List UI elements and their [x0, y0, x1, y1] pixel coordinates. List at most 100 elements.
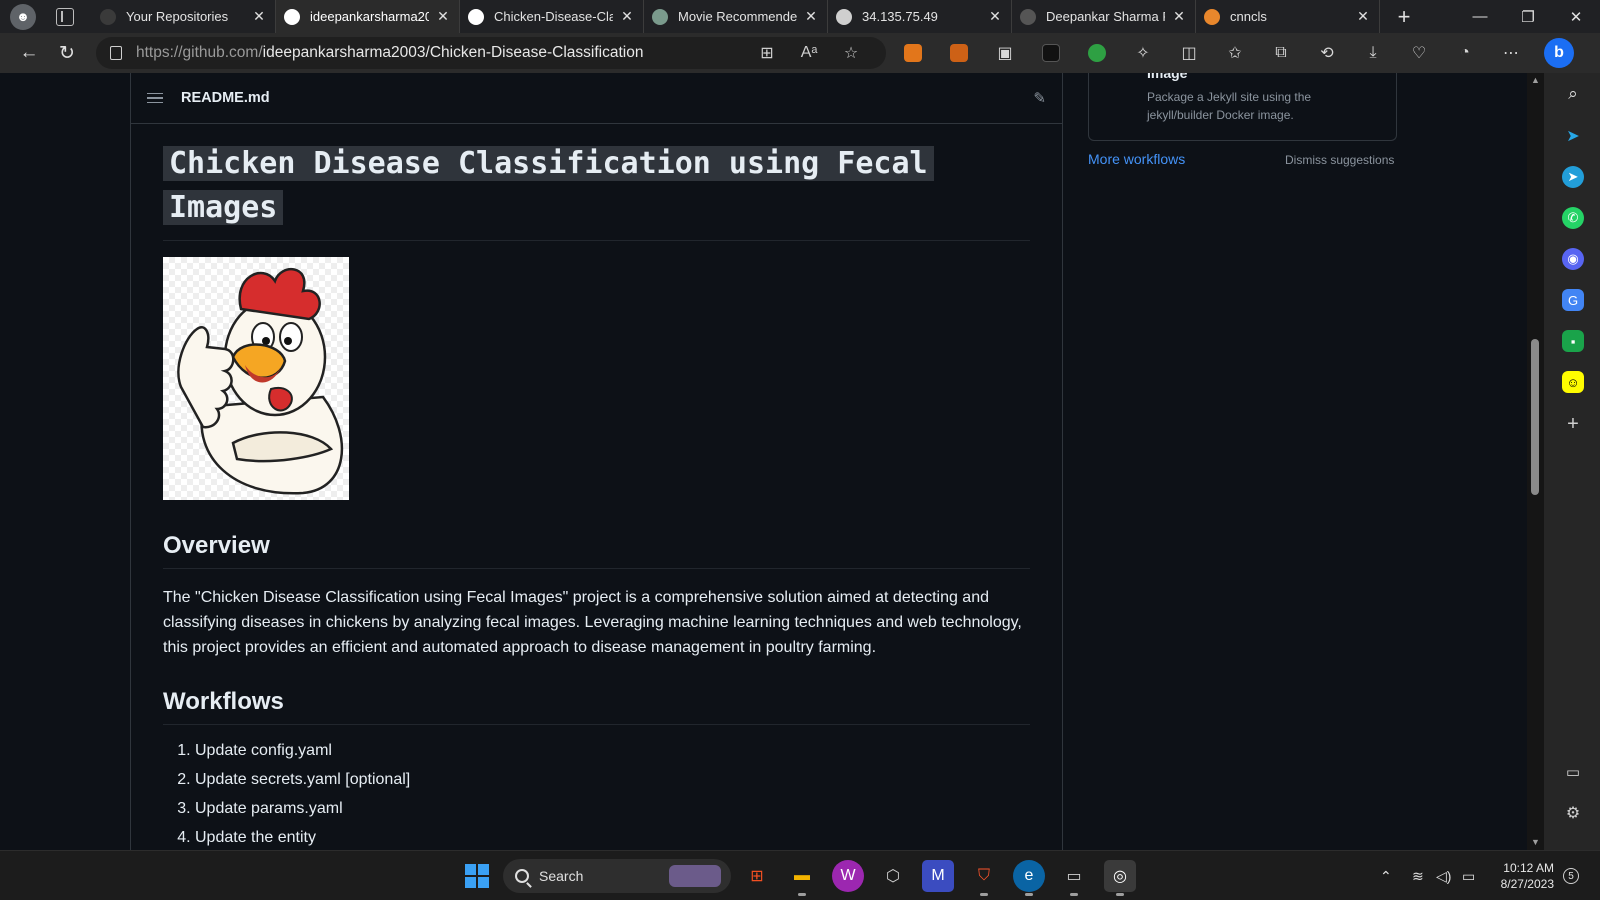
wps-office-icon[interactable]: W	[832, 860, 864, 892]
tab-close-icon[interactable]: ✕	[1355, 8, 1371, 25]
minimize-button[interactable]: —	[1456, 0, 1504, 33]
back-button[interactable]: ←	[12, 36, 46, 70]
sidebar-translate-icon[interactable]: G	[1562, 289, 1584, 311]
tab-favicon-icon	[100, 8, 116, 25]
browser-essentials-icon[interactable]: ♡	[1396, 37, 1442, 69]
more-workflows-link[interactable]: More workflows	[1088, 151, 1185, 167]
tab-title: cnncls	[1230, 9, 1267, 24]
more-options-icon[interactable]: ⋯	[1488, 37, 1534, 69]
lock-icon[interactable]	[110, 46, 122, 60]
tab-close-icon[interactable]: ✕	[803, 8, 819, 25]
browser-tab-strip: ☻ Your Repositories✕ideepankarsharma2003…	[0, 0, 1600, 33]
tab-favicon-icon	[1204, 8, 1220, 25]
screen-capture-extension-icon[interactable]: ▣	[982, 37, 1028, 69]
bing-copilot-icon[interactable]: b	[1544, 38, 1574, 68]
cat-extension-icon[interactable]	[1028, 37, 1074, 69]
page-scrollbar[interactable]: ▲ ▼	[1527, 73, 1544, 850]
search-highlight-icon	[669, 865, 721, 887]
metamask-extension-icon[interactable]	[890, 37, 936, 69]
brave-browser-icon[interactable]: ⛉	[968, 860, 1000, 896]
browser-tab[interactable]: cnncls ✕	[1196, 0, 1380, 33]
sidebar-discord-icon[interactable]: ◉	[1562, 248, 1584, 270]
tab-title: 34.135.75.49	[862, 9, 938, 24]
split-screen-icon[interactable]: ◫	[1166, 37, 1212, 69]
favorites-icon[interactable]: ✩	[1212, 37, 1258, 69]
tray-expand-chevron-icon[interactable]: ⌃	[1380, 851, 1392, 900]
scroll-down-arrow-icon[interactable]: ▼	[1531, 837, 1540, 847]
battery-icon[interactable]: ▭	[1462, 851, 1475, 900]
sidebar-snapchat-icon[interactable]: ☺	[1562, 371, 1584, 393]
workflows-list: Update config.yaml Update secrets.yaml [o…	[163, 741, 1030, 848]
collections-icon[interactable]: ⧉	[1258, 37, 1304, 69]
microsoft-store-icon[interactable]: ⊞	[741, 860, 773, 892]
taskbar-search-box[interactable]: Search	[503, 859, 731, 893]
workflow-suggestion-card[interactable]: Image Package a Jekyll site using the je…	[1088, 73, 1397, 141]
favorite-star-icon[interactable]: ☆	[830, 43, 872, 63]
read-aloud-icon[interactable]: Aᵃ	[788, 44, 830, 62]
readme-title-text: Chicken Disease Classification using Fec…	[163, 146, 934, 225]
tab-close-icon[interactable]: ✕	[1171, 8, 1187, 25]
browser-tab[interactable]: Movie Recommender ✕	[644, 0, 828, 33]
extensions-puzzle-icon[interactable]: ✧	[1120, 37, 1166, 69]
tab-actions-icon[interactable]	[56, 7, 74, 26]
tab-title: Movie Recommender	[678, 9, 797, 24]
browser-tab[interactable]: ideepankarsharma2003 ✕	[276, 0, 460, 33]
address-url[interactable]: https://github.com/ideepankarsharma2003/…	[136, 44, 746, 62]
tab-close-icon[interactable]: ✕	[435, 8, 451, 25]
sidebar-whatsapp-icon[interactable]: ✆	[1562, 207, 1584, 229]
tab-close-icon[interactable]: ✕	[619, 8, 635, 25]
add-extension-icon[interactable]	[1074, 37, 1120, 69]
new-tab-button[interactable]: +	[1392, 4, 1416, 30]
obs-studio-icon[interactable]: ◎	[1104, 860, 1136, 896]
taskbar-clock[interactable]: 10:12 AM 8/27/2023	[1496, 860, 1554, 892]
metamask-flask-extension-icon[interactable]	[936, 37, 982, 69]
tab-favicon-icon	[652, 8, 668, 25]
clock-date: 8/27/2023	[1500, 877, 1554, 891]
tab-close-icon[interactable]: ✕	[251, 8, 267, 25]
address-bar[interactable]: https://github.com/ideepankarsharma2003/…	[96, 37, 886, 69]
restore-button[interactable]: ❐	[1504, 0, 1552, 33]
refresh-button[interactable]: ↻	[50, 36, 84, 70]
browser-tab[interactable]: Your Repositories ✕	[92, 0, 276, 33]
browser-tab[interactable]: 34.135.75.49 ✕	[828, 0, 1012, 33]
edge-browser-icon[interactable]: e	[1013, 860, 1045, 896]
tab-close-icon[interactable]: ✕	[987, 8, 1003, 25]
scrollbar-thumb[interactable]	[1531, 339, 1539, 495]
sidebar-add-icon[interactable]: +	[1562, 413, 1584, 435]
close-window-button[interactable]: ✕	[1552, 0, 1600, 33]
terminal-icon[interactable]: ▭	[1058, 860, 1090, 896]
app-available-icon[interactable]: ⊞	[746, 43, 788, 63]
performance-icon[interactable]: ◔	[1442, 37, 1488, 69]
sidebar-send-icon[interactable]: ➤	[1562, 125, 1584, 147]
edit-pencil-icon[interactable]: ✎	[1033, 89, 1046, 107]
wifi-icon[interactable]: ≋	[1412, 851, 1424, 900]
profile-avatar-icon[interactable]: ☻	[10, 3, 36, 30]
workflow-step: Update config.yaml	[195, 741, 1030, 761]
history-icon[interactable]: ⟲	[1304, 37, 1350, 69]
workflow-step: Update secrets.yaml [optional]	[195, 770, 1030, 790]
notification-badge[interactable]: 5	[1563, 868, 1579, 884]
file-explorer-icon[interactable]: ▬	[786, 860, 818, 896]
readme-filename[interactable]: README.md	[181, 90, 270, 106]
downloads-icon[interactable]: ⤓	[1350, 37, 1396, 69]
page-content: README.md ✎ Chicken Disease Classificati…	[0, 73, 1527, 850]
edge-sidebar: ⌕ ➤ ➤ ✆ ◉ G ▪ ☺ + ▭ ⚙	[1544, 73, 1600, 850]
volume-icon[interactable]: ◁)	[1436, 851, 1451, 900]
sidebar-settings-gear-icon[interactable]: ⚙	[1562, 802, 1584, 824]
unity-hub-icon[interactable]: ⬡	[877, 860, 909, 892]
start-windows-icon[interactable]	[461, 860, 493, 892]
tab-title: Chicken-Disease-Classification	[494, 9, 613, 24]
browser-tab[interactable]: Deepankar Sharma Portfolio ✕	[1012, 0, 1196, 33]
sidebar-panel-toggle-icon[interactable]: ▭	[1562, 761, 1584, 783]
overview-paragraph: The "Chicken Disease Classification usin…	[163, 589, 1022, 656]
taskbar-search-label: Search	[539, 868, 584, 884]
outline-list-icon[interactable]	[147, 92, 163, 104]
dismiss-suggestions-link[interactable]: Dismiss suggestions	[1285, 153, 1394, 167]
sidebar-chat-icon[interactable]: ▪	[1562, 330, 1584, 352]
code-editor-icon[interactable]: M	[922, 860, 954, 892]
scroll-up-arrow-icon[interactable]: ▲	[1531, 75, 1540, 85]
sidebar-telegram-icon[interactable]: ➤	[1562, 166, 1584, 188]
sidebar-search-icon[interactable]: ⌕	[1562, 83, 1584, 105]
tab-favicon-icon	[1020, 8, 1036, 25]
browser-tab[interactable]: Chicken-Disease-Classification ✕	[460, 0, 644, 33]
